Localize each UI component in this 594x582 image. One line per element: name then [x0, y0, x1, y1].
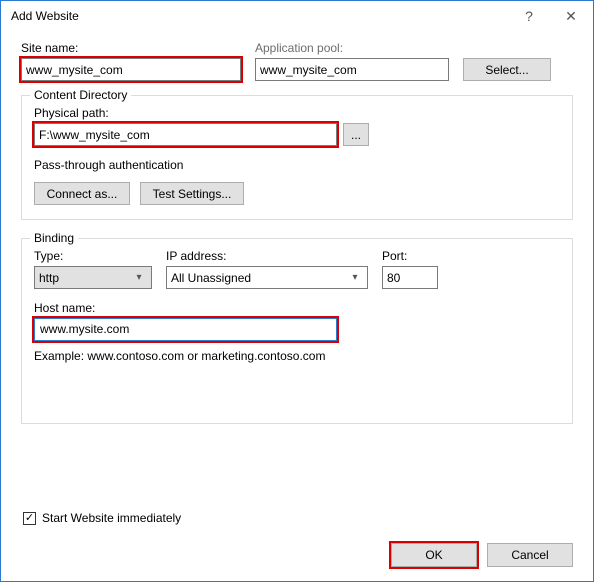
ip-address-select[interactable]: All Unassigned ▾ [166, 266, 368, 289]
add-website-dialog: Add Website ? ✕ Site name: Application p… [0, 0, 594, 582]
site-name-label: Site name: [21, 41, 241, 55]
window-title: Add Website [11, 9, 509, 23]
ip-address-label: IP address: [166, 249, 368, 263]
physical-path-input[interactable] [34, 123, 337, 146]
port-input[interactable] [382, 266, 438, 289]
select-app-pool-button[interactable]: Select... [463, 58, 551, 81]
host-name-input[interactable]: www.mysite.com [34, 318, 337, 341]
titlebar: Add Website ? ✕ [1, 1, 593, 31]
host-example-text: Example: www.contoso.com or marketing.co… [34, 349, 560, 363]
test-settings-button[interactable]: Test Settings... [140, 182, 244, 205]
chevron-down-icon: ▾ [347, 272, 363, 283]
connect-as-button[interactable]: Connect as... [34, 182, 130, 205]
start-immediately-checkbox[interactable]: ✓ [23, 512, 36, 525]
cancel-button[interactable]: Cancel [487, 543, 573, 567]
dialog-footer: OK Cancel [391, 543, 573, 567]
dialog-body: Site name: Application pool: Select... C… [1, 31, 593, 424]
content-directory-group: Content Directory Physical path: ... Pas… [21, 95, 573, 220]
ok-button[interactable]: OK [391, 543, 477, 567]
browse-path-button[interactable]: ... [343, 123, 369, 146]
start-immediately-row[interactable]: ✓ Start Website immediately [23, 511, 181, 525]
host-name-label: Host name: [34, 301, 560, 315]
type-label: Type: [34, 249, 152, 263]
close-button[interactable]: ✕ [549, 1, 593, 31]
help-button[interactable]: ? [509, 1, 549, 31]
port-label: Port: [382, 249, 438, 263]
site-name-input[interactable] [21, 58, 241, 81]
chevron-down-icon: ▾ [131, 272, 147, 283]
pass-through-label: Pass-through authentication [34, 158, 560, 172]
checkmark-icon: ✓ [25, 513, 34, 524]
binding-legend: Binding [30, 231, 78, 245]
app-pool-input [255, 58, 449, 81]
type-select[interactable]: http ▾ [34, 266, 152, 289]
app-pool-label: Application pool: [255, 41, 449, 55]
content-directory-legend: Content Directory [30, 88, 131, 102]
binding-group: Binding Type: http ▾ IP address: All Una… [21, 238, 573, 424]
physical-path-label: Physical path: [34, 106, 560, 120]
start-immediately-label: Start Website immediately [42, 511, 181, 525]
